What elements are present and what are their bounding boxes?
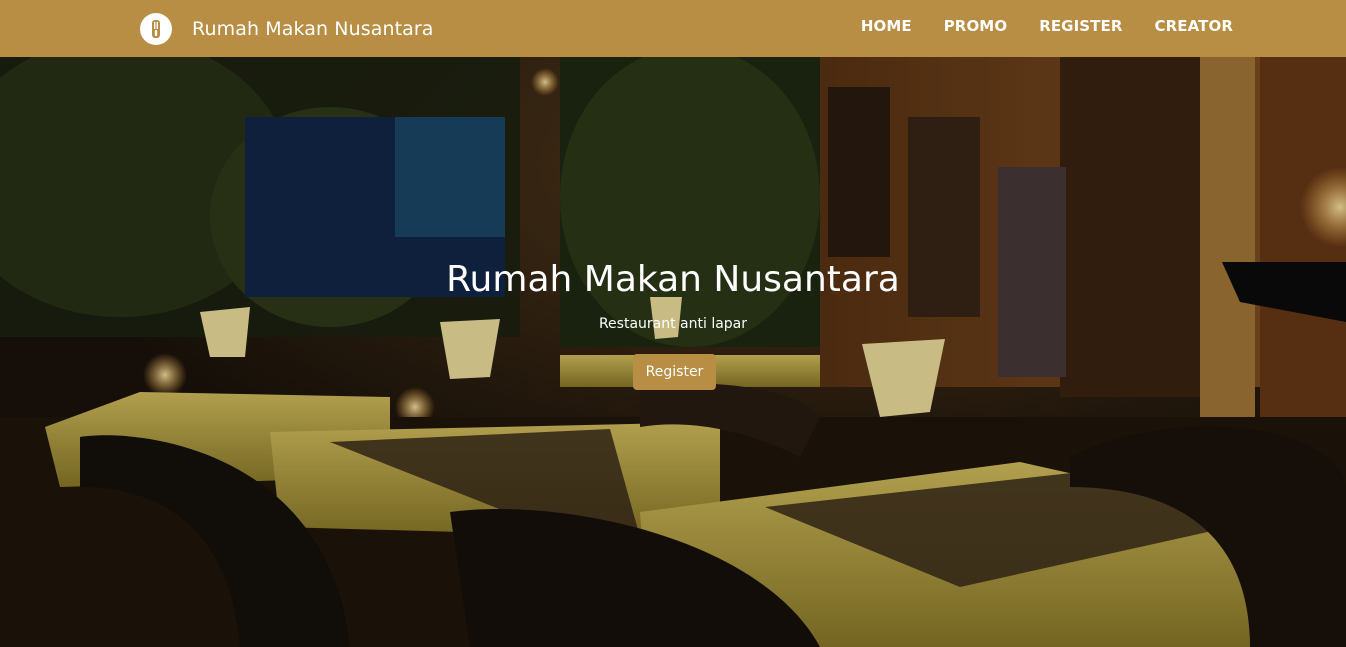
hero-overlay (0, 57, 1346, 647)
nav-link-register[interactable]: REGISTER (1039, 17, 1122, 35)
utensils-icon (140, 13, 172, 45)
brand-name: Rumah Makan Nusantara (192, 18, 434, 40)
nav-links: HOME PROMO REGISTER CREATOR (861, 17, 1233, 35)
hero-subtitle: Restaurant anti lapar (598, 316, 748, 332)
hero-register-button[interactable]: Register (633, 354, 716, 390)
nav-link-creator[interactable]: CREATOR (1155, 17, 1233, 35)
nav-link-home[interactable]: HOME (861, 17, 912, 35)
hero-section: Rumah Makan Nusantara Restaurant anti la… (0, 57, 1346, 647)
hero-title: Rumah Makan Nusantara (446, 259, 900, 300)
brand-link[interactable]: Rumah Makan Nusantara (140, 13, 434, 45)
navbar: Rumah Makan Nusantara HOME PROMO REGISTE… (0, 0, 1346, 57)
nav-link-promo[interactable]: PROMO (944, 17, 1007, 35)
